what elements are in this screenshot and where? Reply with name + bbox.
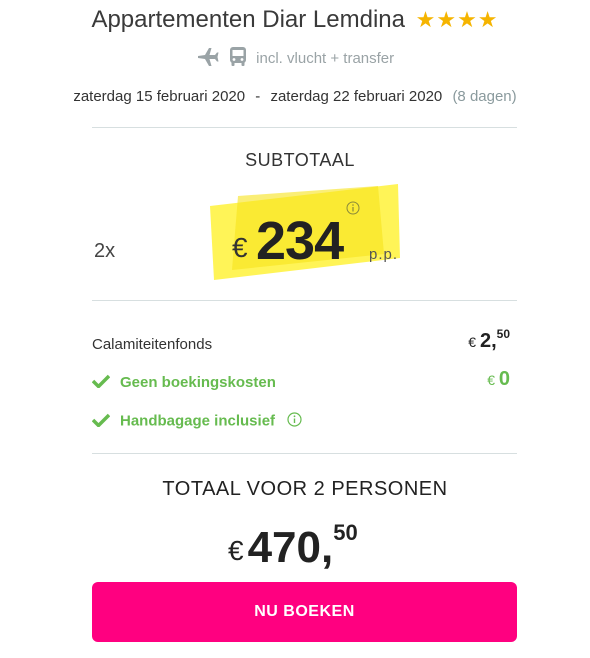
transport-info: incl. vlucht + transfer bbox=[0, 46, 590, 72]
book-now-button[interactable]: NU BOEKEN bbox=[92, 582, 517, 642]
divider bbox=[92, 127, 517, 128]
calamity-fund-label: Calamiteitenfonds bbox=[92, 336, 213, 353]
calamity-currency: € bbox=[468, 334, 477, 350]
booking-costs-row: Geen boekingskosten bbox=[91, 374, 276, 392]
divider bbox=[92, 300, 517, 301]
check-icon bbox=[91, 413, 111, 431]
total-whole: 470, bbox=[247, 523, 334, 572]
star-rating: ★★★★ bbox=[415, 7, 499, 32]
booking-costs-amount: € 0 bbox=[487, 368, 510, 391]
transport-text: incl. vlucht + transfer bbox=[256, 49, 395, 67]
start-date: zaterdag 15 februari 2020 bbox=[73, 88, 246, 105]
booking-value: 0 bbox=[498, 368, 510, 390]
subtotal-label: SUBTOTAAL bbox=[245, 150, 355, 170]
per-person-label: p.p. bbox=[369, 246, 399, 263]
info-icon[interactable] bbox=[346, 201, 360, 220]
calamity-cents: 50 bbox=[496, 327, 510, 341]
check-icon bbox=[91, 374, 111, 392]
bus-icon bbox=[228, 46, 248, 72]
date-separator: - bbox=[255, 88, 261, 105]
price-currency: € bbox=[232, 232, 248, 263]
trip-duration: (8 dagen) bbox=[452, 88, 517, 105]
quantity: 2x bbox=[94, 240, 116, 262]
end-date: zaterdag 22 februari 2020 bbox=[270, 88, 443, 105]
price-per-person: 234 bbox=[256, 211, 344, 271]
total-cents: 50 bbox=[333, 520, 358, 545]
calamity-whole: 2, bbox=[479, 330, 497, 352]
total-price: €470,50 bbox=[228, 520, 358, 573]
divider bbox=[92, 453, 517, 454]
hotel-name: Appartementen Diar Lemdina bbox=[91, 6, 405, 33]
booking-currency: € bbox=[487, 372, 495, 388]
hotel-title: Appartementen Diar Lemdina ★★★★ bbox=[0, 6, 590, 34]
info-icon[interactable] bbox=[287, 412, 302, 431]
total-label: TOTAAL VOOR 2 PERSONEN bbox=[162, 478, 448, 500]
plane-icon bbox=[196, 47, 220, 71]
hand-baggage-row: Handbagage inclusief bbox=[91, 412, 302, 431]
booking-costs-label: Geen boekingskosten bbox=[120, 374, 276, 391]
hand-baggage-label: Handbagage inclusief bbox=[120, 412, 276, 430]
calamity-fund-amount: € 2,50 bbox=[468, 327, 510, 353]
total-currency: € bbox=[228, 535, 244, 566]
trip-dates: zaterdag 15 februari 2020 - zaterdag 22 … bbox=[0, 88, 590, 105]
